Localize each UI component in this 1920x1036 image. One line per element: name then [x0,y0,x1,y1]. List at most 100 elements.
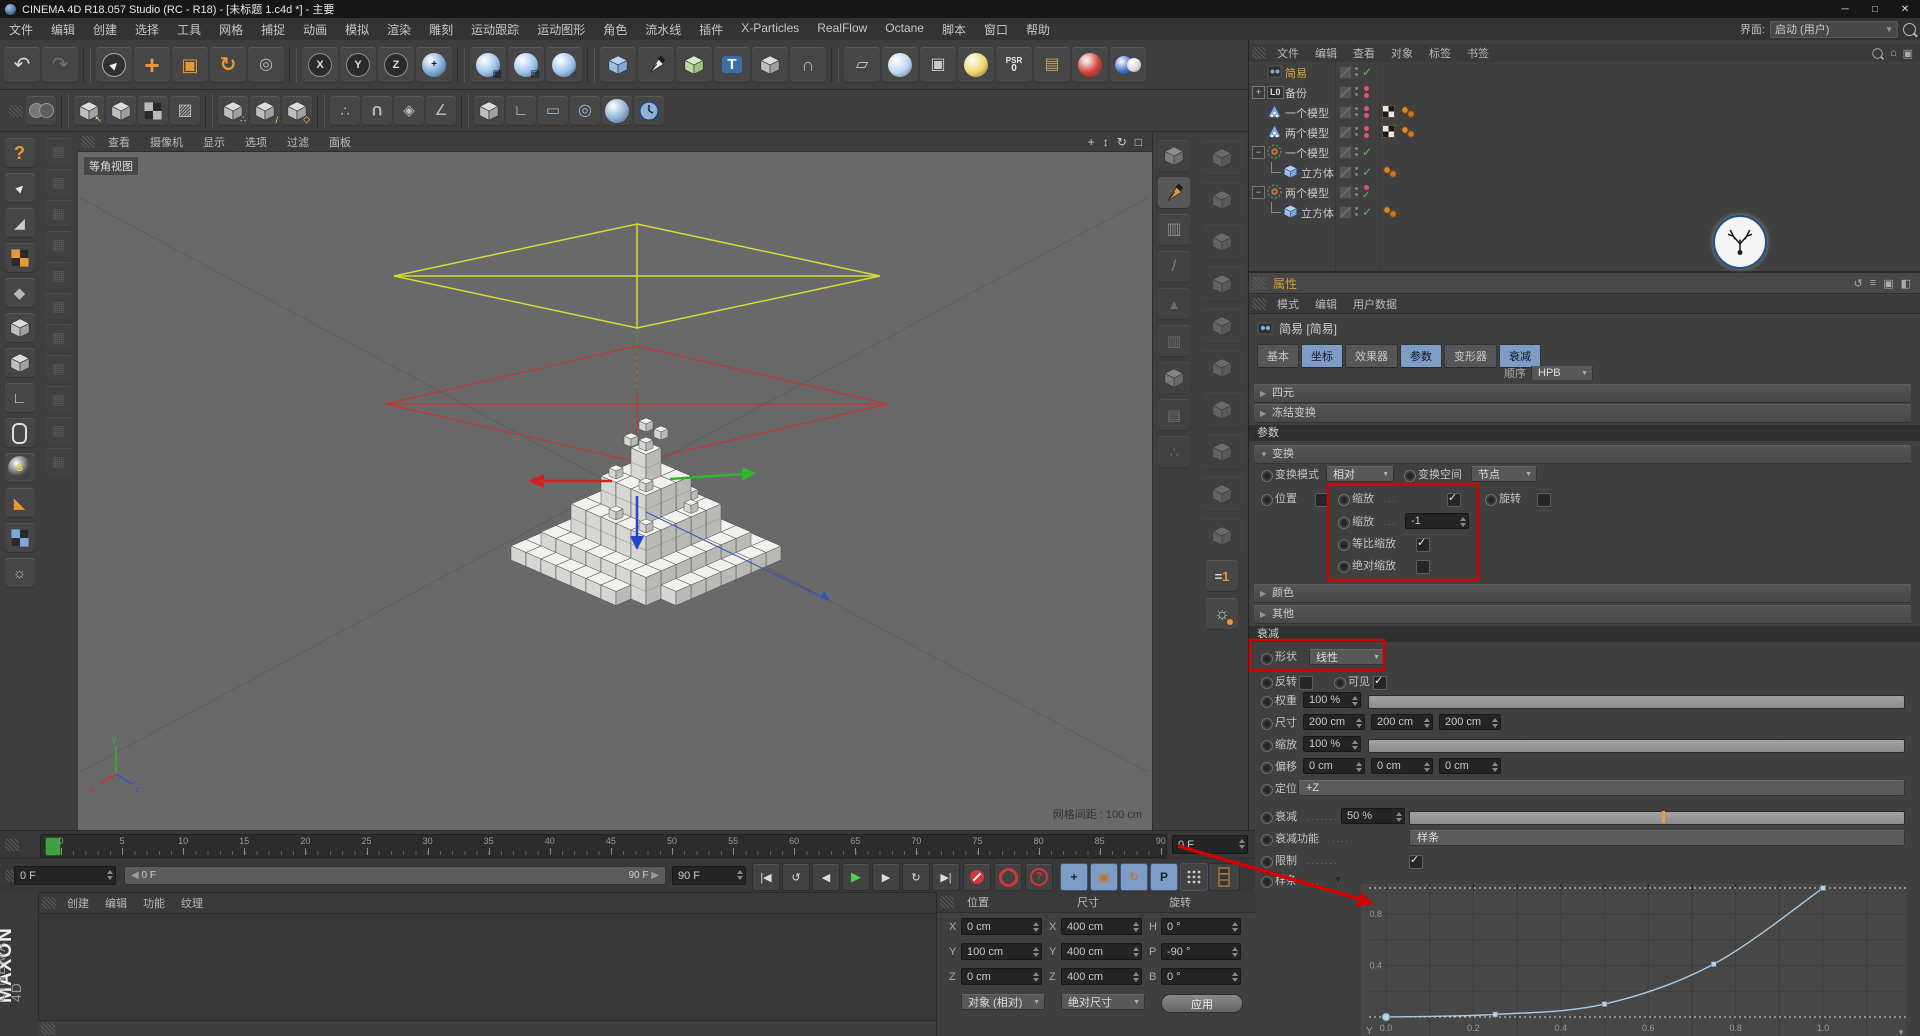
realflow-icon[interactable] [1072,47,1108,83]
anim-dot-icon[interactable] [1261,740,1273,752]
cube-single-icon[interactable] [5,348,35,378]
viewport-menu-摄像机[interactable]: 摄像机 [140,134,193,150]
left-strip2-icon-1[interactable]: ▦ [46,169,72,195]
visibility-dots-icon[interactable] [1355,127,1359,137]
array-cubes-icon[interactable] [474,96,504,126]
texture-tag-icon[interactable] [1382,105,1395,121]
right-strip-b-4-icon[interactable] [1201,308,1243,344]
enabled-check-icon[interactable]: ✓ [1362,64,1376,80]
material-menu-创建[interactable]: 创建 [59,895,97,911]
lock-y-axis-icon[interactable]: Y [340,47,376,83]
viewport[interactable]: 查看摄像机显示选项过滤面板 +↕↻□ 等角视图 yxz 网格间距 : 100 c… [78,132,1152,830]
tab-衰减[interactable]: 衰减 [1499,344,1541,368]
visibility-dots-icon[interactable] [1355,167,1359,177]
attrmenu-drag-handle[interactable] [1252,298,1266,310]
falloff-field[interactable]: 50 % [1341,808,1405,824]
offset-z-field[interactable]: 0 cm [1439,758,1501,774]
key-parameter-button[interactable]: P [1150,863,1178,891]
om-menu-文件[interactable]: 文件 [1269,45,1307,61]
goto-start-button[interactable]: |◀ [752,863,780,891]
tab-变形器[interactable]: 变形器 [1444,344,1497,368]
attr-menu-模式[interactable]: 模式 [1269,296,1307,312]
left-strip2-icon-3[interactable]: ▦ [46,231,72,257]
menu-窗口[interactable]: 窗口 [975,21,1017,38]
live-selection-icon[interactable]: ► [96,47,132,83]
layer-box-icon[interactable] [1339,86,1352,99]
menu-流水线[interactable]: 流水线 [636,21,690,38]
menu-Octane[interactable]: Octane [876,21,933,38]
paint-brush-icon[interactable]: ◢ [5,208,35,238]
polygons-mode-icon[interactable]: ◇ [282,96,312,126]
scale2-field[interactable]: 100 % [1303,736,1361,752]
menu-文件[interactable]: 文件 [0,21,42,38]
workplane-axis-icon[interactable]: ∟ [506,96,536,126]
strip-pen-icon[interactable] [1158,177,1190,209]
end-frame-field[interactable]: 90 F [672,866,746,885]
enabled-check-icon[interactable]: ✓ [1362,204,1376,220]
left-strip2-icon-9[interactable]: ▦ [46,417,72,443]
anim-dot-icon[interactable] [1261,677,1273,689]
viewport-control-icon-0[interactable]: + [1088,135,1095,149]
menu-网格[interactable]: 网格 [210,21,252,38]
anim-dot-icon[interactable] [1261,856,1273,868]
motext-icon[interactable]: T [714,47,750,83]
orange-grid-icon[interactable] [5,243,35,273]
quantize-icon[interactable]: ∠ [426,96,456,126]
menu-角色[interactable]: 角色 [594,21,636,38]
tab-坐标[interactable]: 坐标 [1301,344,1343,368]
key-pla-button[interactable] [1180,863,1208,891]
texture-tag-icon[interactable] [1382,125,1395,141]
menu-RealFlow[interactable]: RealFlow [808,21,876,38]
strip-knife-icon[interactable]: / [1158,251,1190,283]
enabled-check-icon[interactable]: ✓ [1362,144,1376,160]
cube-stack-icon[interactable] [5,313,35,343]
polygon-tool-icon[interactable]: ◆ [5,278,35,308]
next-frame-button[interactable]: ▶ [872,863,900,891]
menu-选择[interactable]: 选择 [126,21,168,38]
size-y-field[interactable]: 200 cm [1371,714,1433,730]
anim-dot-icon[interactable] [1261,653,1273,665]
tree-expander-icon[interactable]: − [1252,186,1265,199]
orientation-bar[interactable]: +Z [1298,780,1905,796]
add-cube-icon[interactable] [600,47,636,83]
left-strip2-icon-2[interactable]: ▦ [46,200,72,226]
visibility-dots-icon[interactable] [1355,147,1359,157]
right-strip-b-5-icon[interactable] [1201,350,1243,386]
gear-tool-icon[interactable]: ☼ [5,558,35,588]
attr-split-icon[interactable]: ◧ [1901,277,1911,290]
object-label[interactable]: 一个模型 [1285,145,1329,161]
om-search-icon[interactable] [1872,48,1882,58]
menu-捕捉[interactable]: 捕捉 [252,21,294,38]
make-editable-icon[interactable]: ↖ [74,96,104,126]
bend-deformer-icon[interactable]: ∩ [790,47,826,83]
disabled-dots-icon[interactable] [1362,124,1376,140]
coords-drag-handle[interactable] [940,896,954,908]
prev-frame-button[interactable]: ◀ [812,863,840,891]
size-y-field2[interactable]: 400 cm [1061,943,1142,960]
tree-expander-icon[interactable]: − [1252,146,1265,159]
viewport-menu-显示[interactable]: 显示 [193,134,235,150]
group-transform[interactable]: ▼变换 [1254,445,1911,464]
render-picture-viewer-icon[interactable]: ▤ [508,47,544,83]
attr-menu-编辑[interactable]: 编辑 [1307,296,1345,312]
object-row-立方体-5[interactable]: 立方体✓ [1249,162,1920,182]
tab-参数[interactable]: 参数 [1400,344,1442,368]
minimize-button[interactable]: ─ [1830,4,1860,15]
group-freeze-transform[interactable]: ▶冻结变换 [1254,404,1911,423]
layer-box-icon[interactable] [1339,186,1352,199]
falloff-function-bar[interactable]: 样条 [1409,830,1905,846]
layer-box-icon[interactable] [1339,106,1352,119]
menu-模拟[interactable]: 模拟 [336,21,378,38]
left-strip2-icon-8[interactable]: ▦ [46,386,72,412]
attr-menu-用户数据[interactable]: 用户数据 [1345,296,1405,312]
search-icon[interactable] [1903,23,1916,36]
weight-field[interactable]: 100 % [1303,692,1361,708]
viewport-control-icon-1[interactable]: ↕ [1103,135,1109,149]
menu-编辑[interactable]: 编辑 [42,21,84,38]
layer-box-icon[interactable] [1339,126,1352,139]
order-dropdown[interactable]: HPB [1531,366,1593,380]
anim-dot-icon[interactable] [1338,539,1350,551]
om-menu-对象[interactable]: 对象 [1383,45,1421,61]
menu-帮助[interactable]: 帮助 [1017,21,1059,38]
uniform-scale-checkbox[interactable] [1416,538,1430,552]
